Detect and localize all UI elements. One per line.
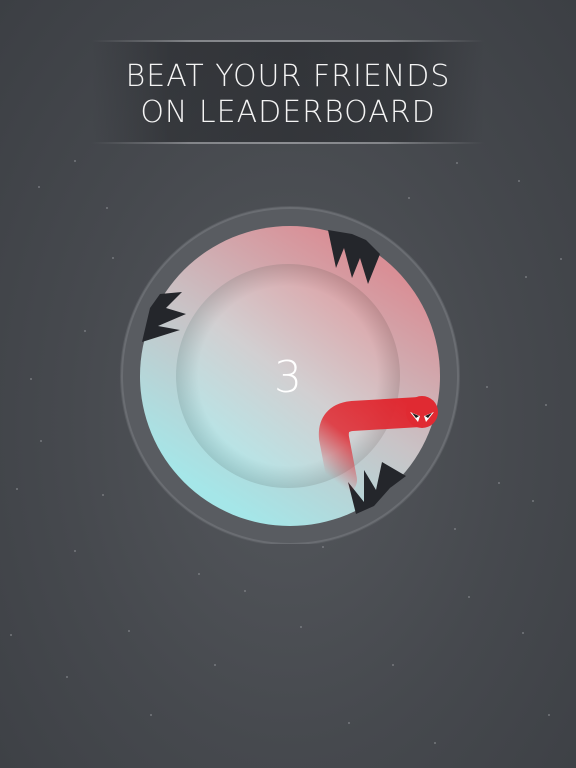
star [66,676,68,678]
star [468,596,470,598]
star [112,257,114,259]
star [545,404,547,406]
score-counter: 3 [274,352,302,403]
star [38,186,40,188]
star [16,488,18,490]
star [10,634,12,636]
star [84,330,86,332]
star [560,258,562,260]
star [74,550,76,552]
star [128,630,130,632]
headline-line-1: BEAT YOUR FRIENDS [125,59,451,94]
headline-line-2: ON LEADERBOARD [140,95,436,130]
star [525,276,527,278]
star [102,494,104,496]
star [40,440,42,442]
star [30,378,32,380]
star [518,180,520,182]
star [434,742,436,744]
star [498,482,500,484]
star [214,664,216,666]
star [548,714,550,716]
star [486,386,488,388]
star [348,722,350,724]
banner-bottom-line [92,142,484,144]
snake-head[interactable] [406,396,438,428]
promo-banner: BEAT YOUR FRIENDS ON LEADERBOARD [92,40,484,144]
banner-top-line [92,40,484,42]
star [532,500,534,502]
star [244,590,246,592]
star [198,573,200,575]
star [106,207,108,209]
star [74,160,76,162]
star [522,632,524,634]
star [300,626,302,628]
star [322,546,324,548]
star [150,714,152,716]
star [392,664,394,666]
star [456,162,458,164]
star [408,197,410,199]
